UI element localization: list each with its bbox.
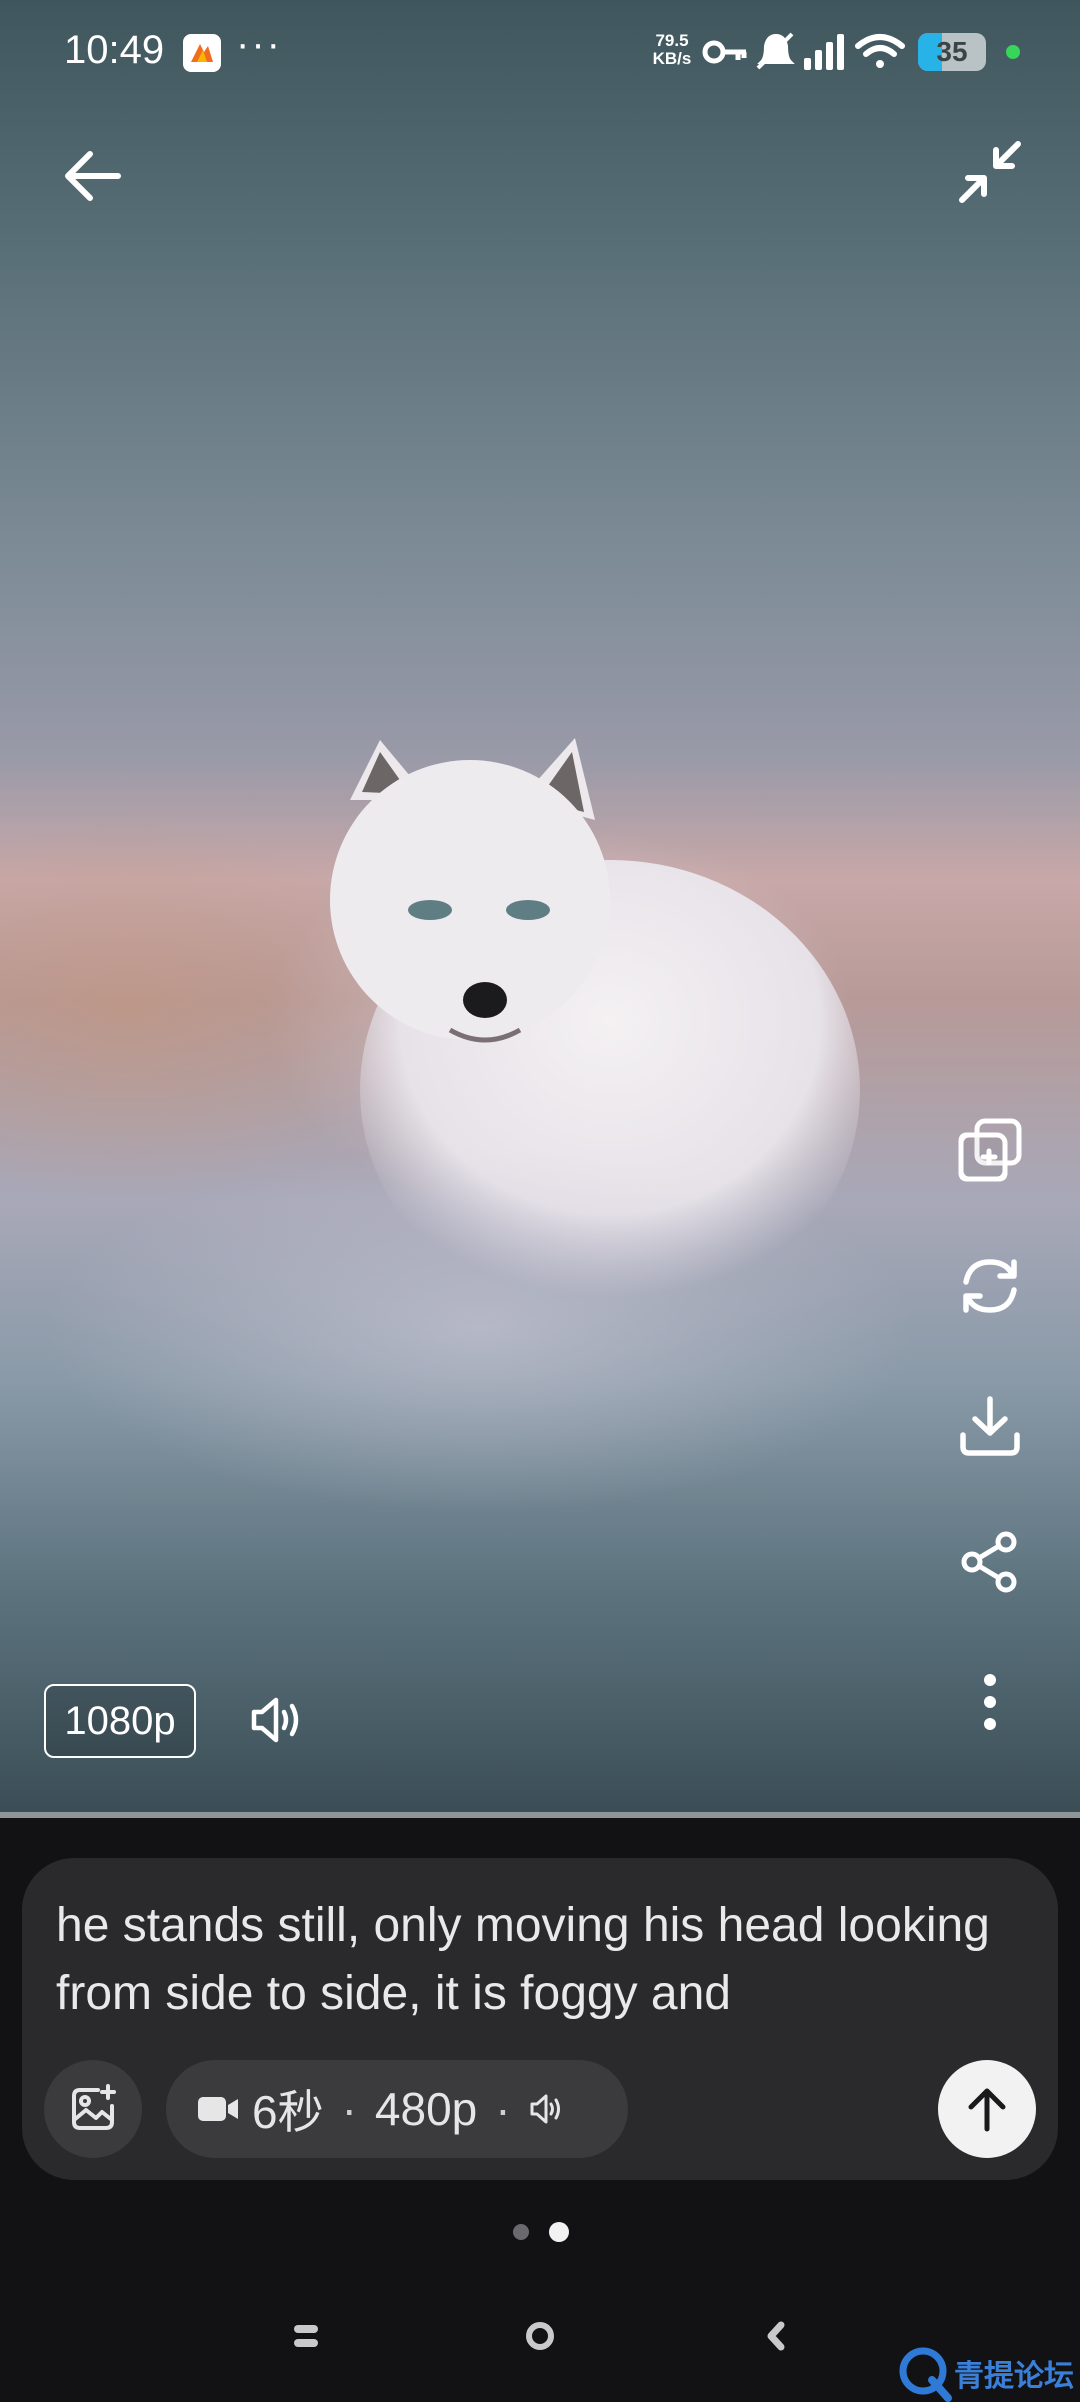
send-button[interactable] <box>938 2060 1036 2158</box>
video-camera-icon <box>198 2097 238 2121</box>
divider <box>0 1812 1080 1818</box>
status-time: 10:49 <box>64 28 165 72</box>
bell-muted-icon <box>756 32 795 70</box>
more-options-button[interactable] <box>962 1664 1018 1740</box>
download-icon <box>960 1396 1020 1456</box>
watermark-text: 青提论坛 <box>954 2360 1074 2393</box>
app-notification-icon <box>183 34 221 72</box>
battery-percent: 35 <box>936 36 968 67</box>
exit-fullscreen-button[interactable] <box>954 136 1026 208</box>
regenerate-icon <box>963 1259 1017 1313</box>
back-button[interactable] <box>56 140 128 212</box>
share-button[interactable] <box>952 1524 1028 1600</box>
page-dot-2-active[interactable] <box>549 2222 569 2242</box>
speaker-icon <box>530 2094 560 2124</box>
arrow-left-icon <box>65 151 121 201</box>
regenerate-button[interactable] <box>952 1248 1028 1324</box>
more-vertical-icon <box>984 1674 996 1730</box>
separator: · <box>495 2083 511 2135</box>
fog-overlay <box>0 1150 1080 1610</box>
page-dot-1[interactable] <box>513 2224 529 2240</box>
recents-icon <box>294 2325 318 2347</box>
key-icon <box>702 40 747 64</box>
generation-settings[interactable]: 6秒 · 480p · <box>166 2060 628 2158</box>
download-button[interactable] <box>952 1388 1028 1464</box>
separator: · <box>341 2083 357 2135</box>
wifi-icon <box>855 34 905 68</box>
collapse-icon <box>959 141 1021 203</box>
duration-label: 6秒 <box>252 2086 324 2138</box>
add-image-button[interactable] <box>44 2060 142 2158</box>
quality-label: 1080p <box>64 1698 176 1743</box>
back-chevron-icon <box>767 2321 785 2351</box>
network-speed-unit: KB/s <box>652 49 692 68</box>
resolution-label: 480p <box>374 2083 478 2135</box>
add-copy-icon <box>958 1118 1022 1182</box>
speaker-icon <box>251 1697 299 1743</box>
home-button[interactable] <box>520 2316 560 2356</box>
status-icons <box>702 32 905 70</box>
more-notifications-indicator: ··· <box>236 22 282 66</box>
back-nav-button[interactable] <box>756 2316 796 2356</box>
signal-icon <box>804 34 844 70</box>
prompt-input[interactable]: he stands still, only moving his head lo… <box>56 1892 1036 2032</box>
image-add-icon <box>72 2084 116 2130</box>
volume-button[interactable] <box>246 1688 310 1752</box>
add-copy-button[interactable] <box>952 1112 1028 1188</box>
recents-button[interactable] <box>286 2316 326 2356</box>
privacy-indicator-dot <box>1006 45 1020 59</box>
watermark: 青提论坛 <box>896 2344 1074 2402</box>
home-icon <box>526 2322 554 2350</box>
share-icon <box>961 1531 1017 1593</box>
battery-icon: 35 <box>918 33 986 71</box>
quality-selector[interactable]: 1080p <box>44 1684 196 1758</box>
network-speed-value: 79.5 <box>655 31 689 50</box>
status-bar: 10:49 ··· 79.5 KB/s 35 <box>0 0 1080 104</box>
prompt-composer: he stands still, only moving his head lo… <box>22 1858 1058 2180</box>
arrow-up-icon <box>968 2088 1006 2132</box>
video-frame[interactable] <box>0 0 1080 1816</box>
network-speed: 79.5 KB/s <box>648 32 696 68</box>
watermark-logo-icon <box>899 2347 952 2402</box>
